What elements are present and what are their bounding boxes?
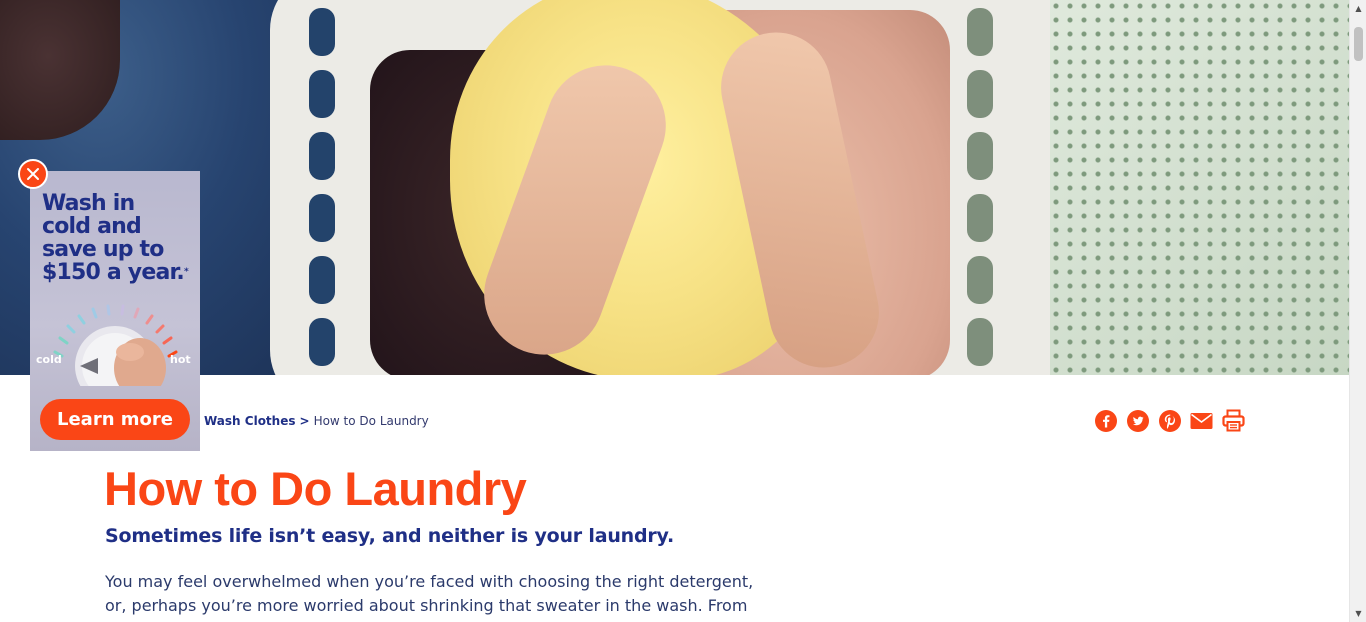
scroll-up-arrow-icon[interactable]: ▲ bbox=[1350, 0, 1366, 17]
ad-headline-line-4: $150 a year.* bbox=[42, 261, 198, 284]
temperature-dial-icon bbox=[53, 304, 178, 386]
scroll-down-arrow-icon[interactable]: ▼ bbox=[1350, 605, 1366, 622]
article-body-line-2: or, perhaps you’re more worried about sh… bbox=[105, 596, 748, 615]
ad-headline-line-3: save up to bbox=[42, 237, 164, 262]
learn-more-button[interactable]: Learn more bbox=[40, 399, 190, 440]
promo-ad[interactable]: Wash in cold and save up to $150 a year.… bbox=[30, 171, 200, 451]
hero-basket-slots-right bbox=[950, 0, 1010, 375]
close-icon[interactable] bbox=[18, 159, 48, 189]
scrollbar-thumb[interactable] bbox=[1354, 27, 1363, 61]
breadcrumb-current: How to Do Laundry bbox=[313, 414, 429, 428]
page-title: How to Do Laundry bbox=[104, 462, 527, 515]
print-icon[interactable] bbox=[1222, 409, 1245, 432]
ad-headline-line-1: Wash in bbox=[42, 191, 135, 216]
twitter-icon[interactable] bbox=[1126, 409, 1149, 432]
ad-footnote-mark: * bbox=[183, 267, 189, 277]
hero-basket-slots-left bbox=[292, 0, 352, 375]
breadcrumb-separator: > bbox=[299, 414, 310, 428]
breadcrumb: Wash Clothes > How to Do Laundry bbox=[204, 414, 429, 428]
ad-dial-hot-label: hot bbox=[170, 353, 191, 366]
article-body: You may feel overwhelmed when you’re fac… bbox=[105, 570, 765, 618]
breadcrumb-link-wash-clothes[interactable]: Wash Clothes bbox=[204, 414, 296, 428]
hero-image bbox=[0, 0, 1349, 375]
ad-headline: Wash in cold and save up to $150 a year.… bbox=[42, 192, 198, 284]
email-icon[interactable] bbox=[1190, 409, 1213, 432]
ad-headline-amount: $150 a year. bbox=[42, 260, 185, 285]
share-bar bbox=[1094, 409, 1245, 433]
page-subtitle: Sometimes life isn’t easy, and neither i… bbox=[105, 525, 675, 547]
article-body-line-1: You may feel overwhelmed when you’re fac… bbox=[105, 572, 754, 591]
hero-green-sheet bbox=[1050, 0, 1349, 375]
ad-dial-cold-label: cold bbox=[36, 353, 62, 366]
facebook-icon[interactable] bbox=[1094, 409, 1117, 432]
pinterest-icon[interactable] bbox=[1158, 409, 1181, 432]
page-scrollbar[interactable]: ▲ ▼ bbox=[1349, 0, 1366, 622]
ad-headline-line-2: cold and bbox=[42, 214, 142, 239]
